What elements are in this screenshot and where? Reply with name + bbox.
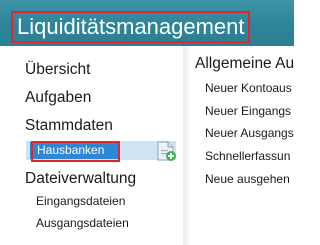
sidebar-item-uebersicht[interactable]: Übersicht bbox=[25, 61, 90, 79]
app-window: Liquiditätsmanagement Übersicht Aufgaben… bbox=[0, 0, 294, 245]
panel-item-ausgang[interactable]: Neuer Ausgangs bbox=[205, 126, 294, 141]
sidebar-item-eingangsdateien[interactable]: Eingangsdateien bbox=[36, 194, 125, 209]
panel-item-schnellerfassung[interactable]: Schnellerfassun bbox=[205, 149, 290, 164]
add-document-icon[interactable] bbox=[155, 140, 177, 162]
selection-highlight-box bbox=[31, 141, 120, 162]
sidebar-item-dateiverwaltung[interactable]: Dateiverwaltung bbox=[25, 170, 136, 188]
panel-item-neue-ausgehende[interactable]: Neue ausgehen bbox=[205, 172, 290, 187]
sidebar-item-stammdaten[interactable]: Stammdaten bbox=[25, 117, 113, 135]
panel-item-eingang[interactable]: Neuer Eingangs bbox=[205, 104, 291, 119]
sidebar-item-aufgaben[interactable]: Aufgaben bbox=[25, 89, 91, 107]
title-bar: Liquiditätsmanagement bbox=[0, 0, 294, 46]
panel-header: Allgemeine Au bbox=[195, 55, 294, 72]
panel-item-kontoauszug[interactable]: Neuer Kontoaus bbox=[205, 81, 292, 96]
sidebar-item-ausgangsdateien[interactable]: Ausgangsdateien bbox=[36, 216, 129, 231]
right-panel: Allgemeine Au Neuer Kontoaus Neuer Einga… bbox=[189, 46, 294, 245]
app-title: Liquiditätsmanagement bbox=[17, 14, 245, 39]
